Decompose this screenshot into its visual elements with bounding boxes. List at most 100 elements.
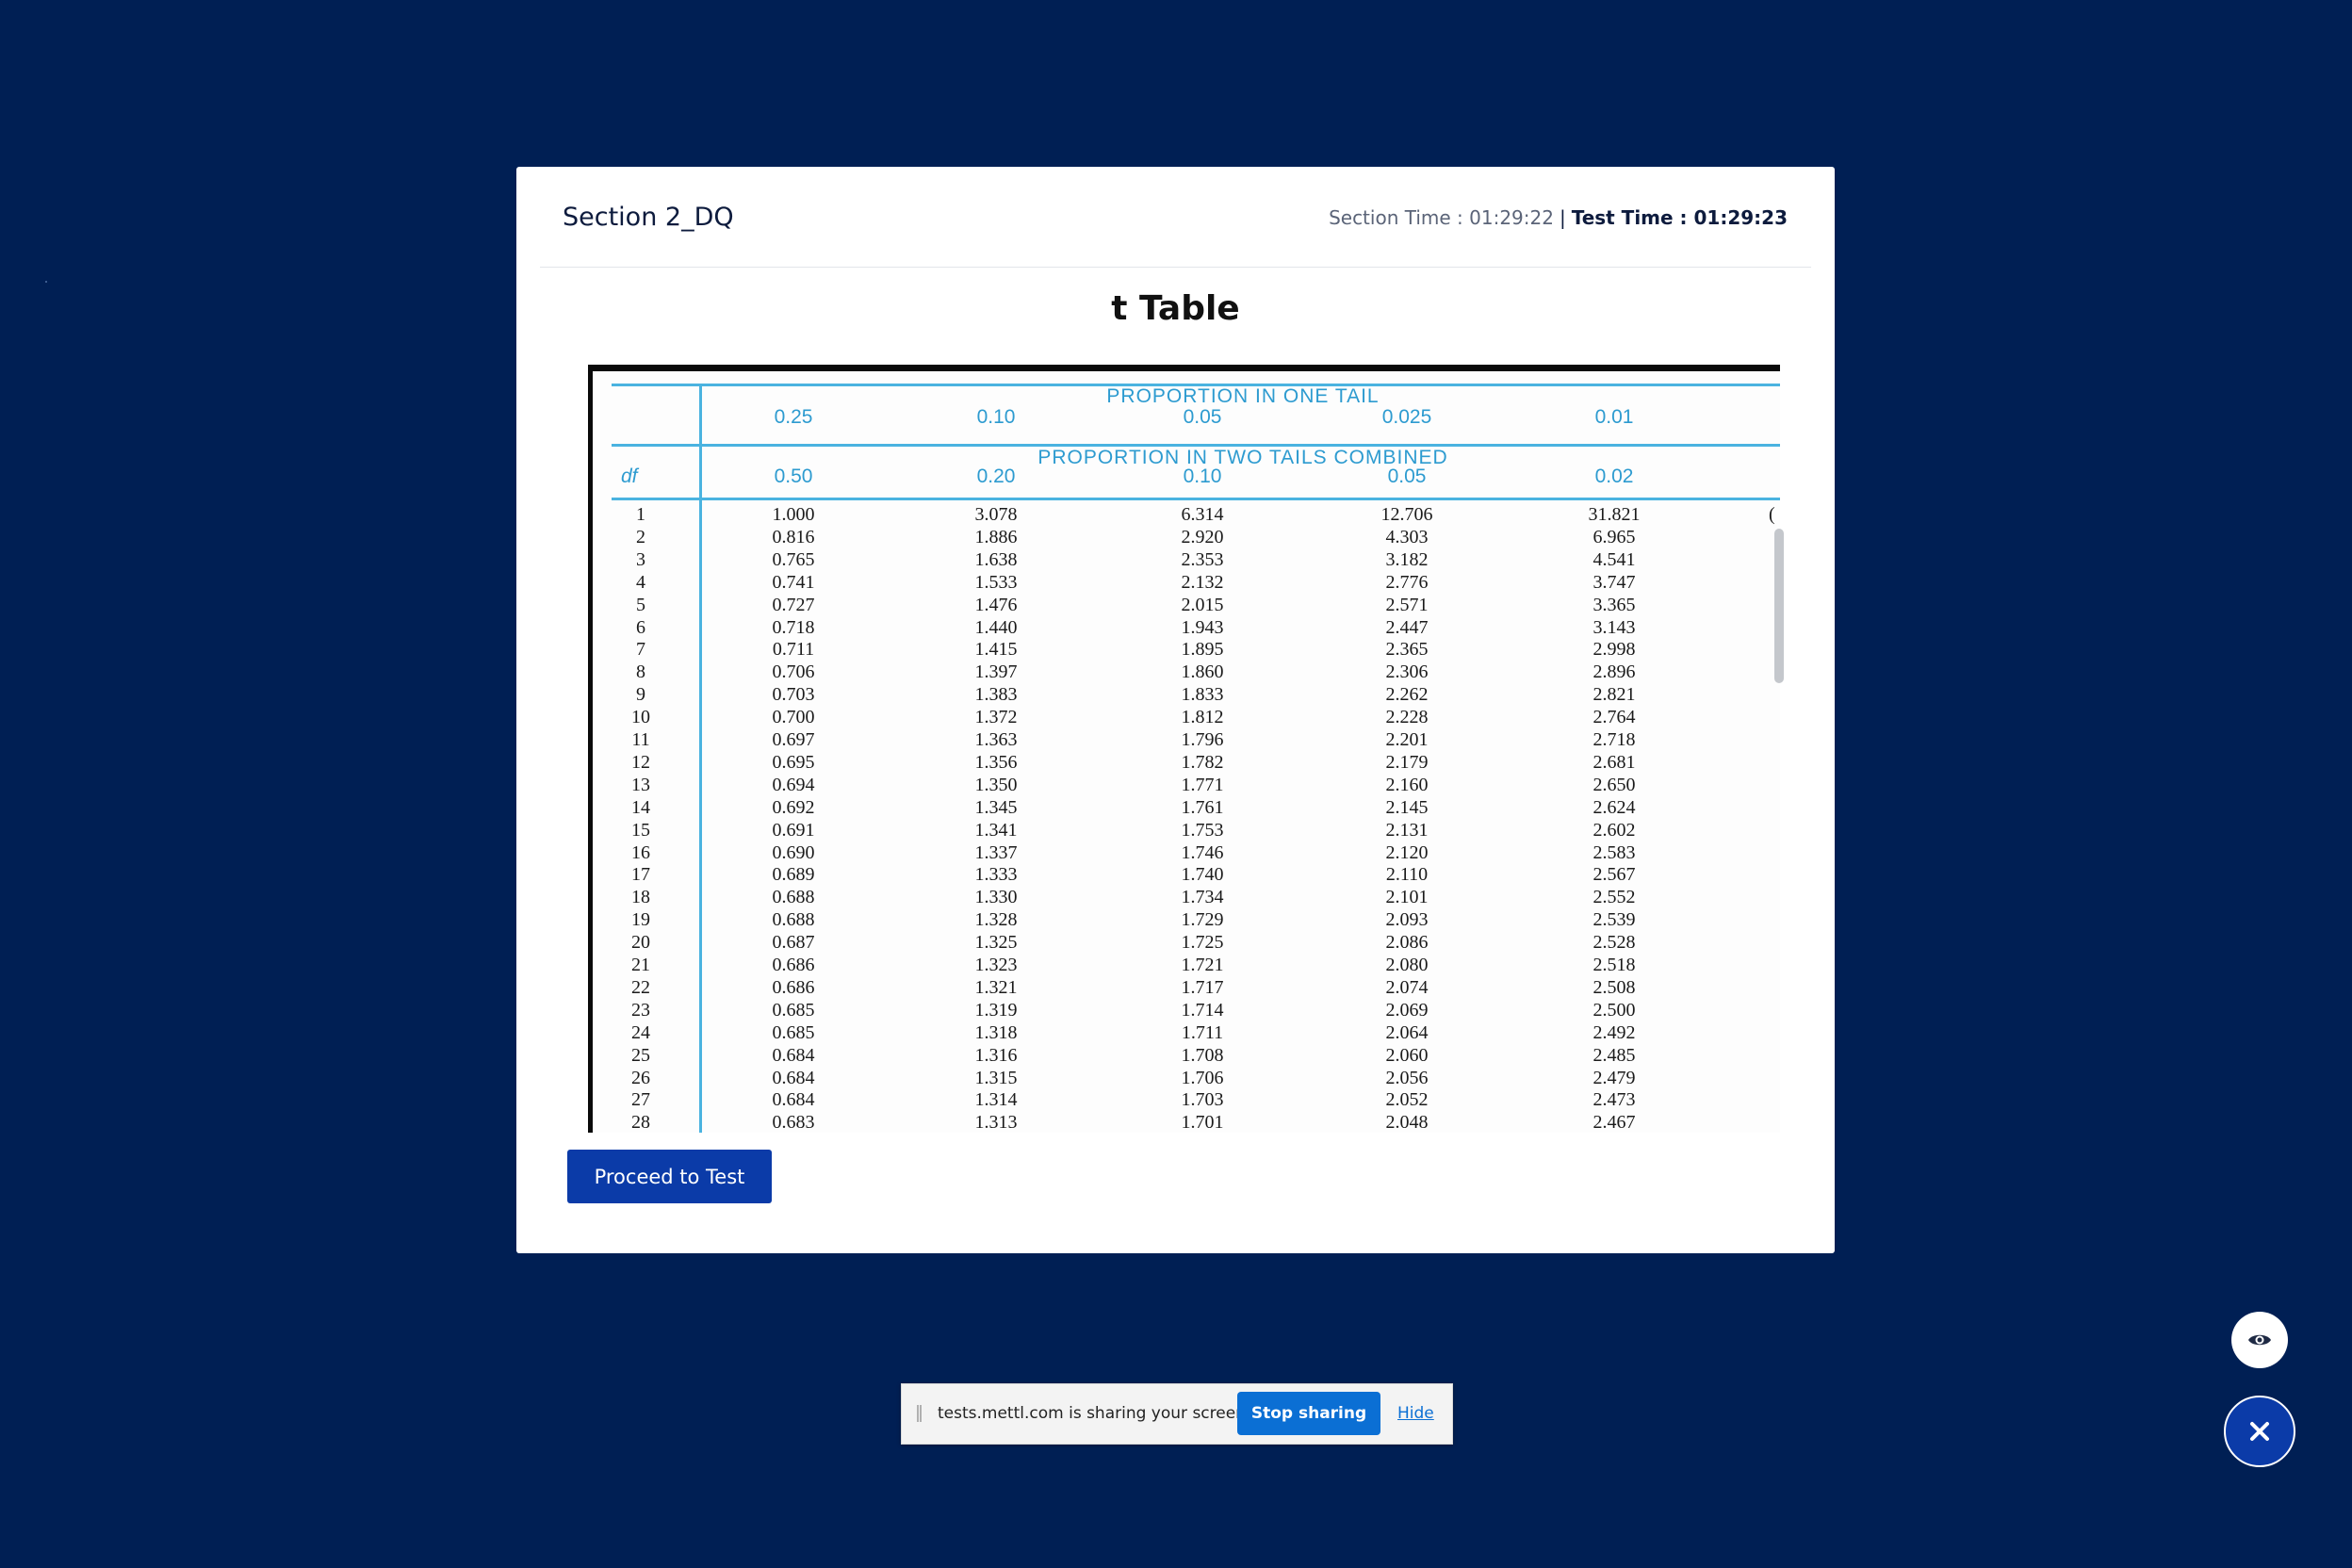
table-cell: 1.943 [1181,616,1224,638]
table-cell: 2.571 [1385,594,1429,615]
table-cell: 1.746 [1181,841,1224,863]
table-cell: 1.714 [1181,999,1224,1021]
table-cell: 2.998 [1592,639,1636,661]
table-cell: 2.500 [1592,999,1636,1021]
two-tail-caption: PROPORTION IN TWO TAILS COMBINED [1037,447,1448,468]
table-cell: 2.467 [1592,1112,1636,1133]
df-cell: 28 [631,1112,650,1133]
table-cell: 2.473 [1592,1089,1636,1111]
table-cell: 1.350 [974,774,1018,795]
table-cell: 2.508 [1592,976,1636,998]
table-cell: 1.729 [1181,909,1224,931]
df-cell: 21 [631,955,650,975]
table-cell: 2.101 [1385,887,1429,908]
table-cell: 1.440 [974,616,1018,638]
table-cell: 1.341 [974,819,1018,841]
drag-handle[interactable] [917,1405,922,1422]
df-cell: 22 [631,976,650,998]
df-cell: 6 [636,616,645,638]
table-cell: 2.447 [1385,616,1429,638]
table-cell: 2.602 [1592,819,1636,841]
table-cell: 1.397 [974,662,1018,683]
table-cell: 1.761 [1181,796,1224,818]
table-cell: 2.539 [1592,909,1636,931]
close-icon [2250,1422,2269,1441]
table-cell: 2.131 [1385,819,1429,841]
table-cell: 0.684 [772,1067,815,1088]
table-cell: 0.718 [772,616,815,638]
df-cell: 10 [631,707,650,728]
table-cell: 0.685 [772,1021,815,1043]
table-cell: 2.110 [1385,864,1429,886]
table-cell: 0.684 [772,1044,815,1066]
test-time: Test Time : 01:29:23 [1571,206,1788,229]
table-cell: 1.706 [1181,1067,1224,1088]
table-cell: 4.541 [1592,548,1636,570]
eye-button[interactable] [2231,1312,2288,1368]
table-cell: 2.160 [1385,774,1429,795]
table-cell: 3.182 [1385,548,1429,570]
table-rule-bottom [612,498,1780,500]
table-cell: 6.965 [1592,526,1636,547]
table-cell: 1.345 [974,796,1018,818]
two-tail-header: 0.20 [976,466,1016,487]
table-cell: 1.533 [974,571,1018,593]
table-cell: 1.000 [772,504,815,525]
one-tail-header: 0.025 [1381,406,1432,428]
table-cell: 2.583 [1592,841,1636,863]
table-cell: 0.685 [772,999,815,1021]
df-cell: 1 [636,504,645,525]
table-cell: 0.686 [772,955,815,975]
df-cell: 9 [636,684,645,706]
close-button[interactable] [2224,1396,2295,1467]
table-cell: 3.078 [974,504,1018,525]
table-cell: 0.816 [772,526,815,547]
df-cell: 26 [631,1067,650,1088]
hide-link[interactable]: Hide [1397,1404,1434,1423]
table-cell: 1.321 [974,976,1018,998]
table-cell: 0.686 [772,976,815,998]
two-tail-header: 0.05 [1387,466,1427,487]
table-cell: 2.179 [1385,751,1429,773]
timer-separator: | [1559,206,1566,229]
table-cell: 0.711 [772,639,815,661]
df-column-divider [699,384,702,1133]
table-cell: 2.920 [1181,526,1224,547]
df-cell: 7 [636,639,645,661]
table-cell: 2.228 [1385,707,1429,728]
table-cell: 12.706 [1380,504,1433,525]
table-cell: 1.415 [974,639,1018,661]
two-tail-header: 0.02 [1594,466,1634,487]
table-cell: 1.318 [974,1021,1018,1043]
table-cell: 1.314 [974,1089,1018,1111]
table-cell: 2.479 [1592,1067,1636,1088]
table-cell: 1.638 [974,548,1018,570]
table-cell: 0.706 [772,662,815,683]
table-cell: 0.688 [772,909,815,931]
table-cell: 0.689 [772,864,815,886]
df-cell: 8 [636,662,645,683]
table-cell: 2.718 [1592,729,1636,750]
table-cell: 2.120 [1385,841,1429,863]
section-card: Section 2_DQ Section Time : 01:29:22 | Tes… [516,167,1835,1253]
df-cell: 24 [631,1021,650,1043]
table-cell: 2.015 [1181,594,1224,615]
two-tail-header: 0.50 [774,466,813,487]
table-cell: 1.319 [974,999,1018,1021]
table-cell: 2.821 [1592,684,1636,706]
table-cell: 1.860 [1181,662,1224,683]
scrollbar-thumb[interactable] [1774,529,1784,683]
table-cell: 2.052 [1385,1089,1429,1111]
table-cell: 1.356 [974,751,1018,773]
card-header: Section 2_DQ Section Time : 01:29:22 | Tes… [540,167,1811,268]
table-cell: 2.552 [1592,887,1636,908]
table-cell: 2.262 [1385,684,1429,706]
table-cell: 2.518 [1592,955,1636,975]
section-time: Section Time : 01:29:22 [1329,206,1554,229]
table-cell: 1.833 [1181,684,1224,706]
one-tail-header: 0.05 [1183,406,1222,428]
table-cell: 4.303 [1385,526,1429,547]
proceed-to-test-button[interactable]: Proceed to Test [567,1150,772,1203]
stop-sharing-button[interactable]: Stop sharing [1237,1392,1380,1435]
one-tail-caption: PROPORTION IN ONE TAIL [1106,385,1380,407]
